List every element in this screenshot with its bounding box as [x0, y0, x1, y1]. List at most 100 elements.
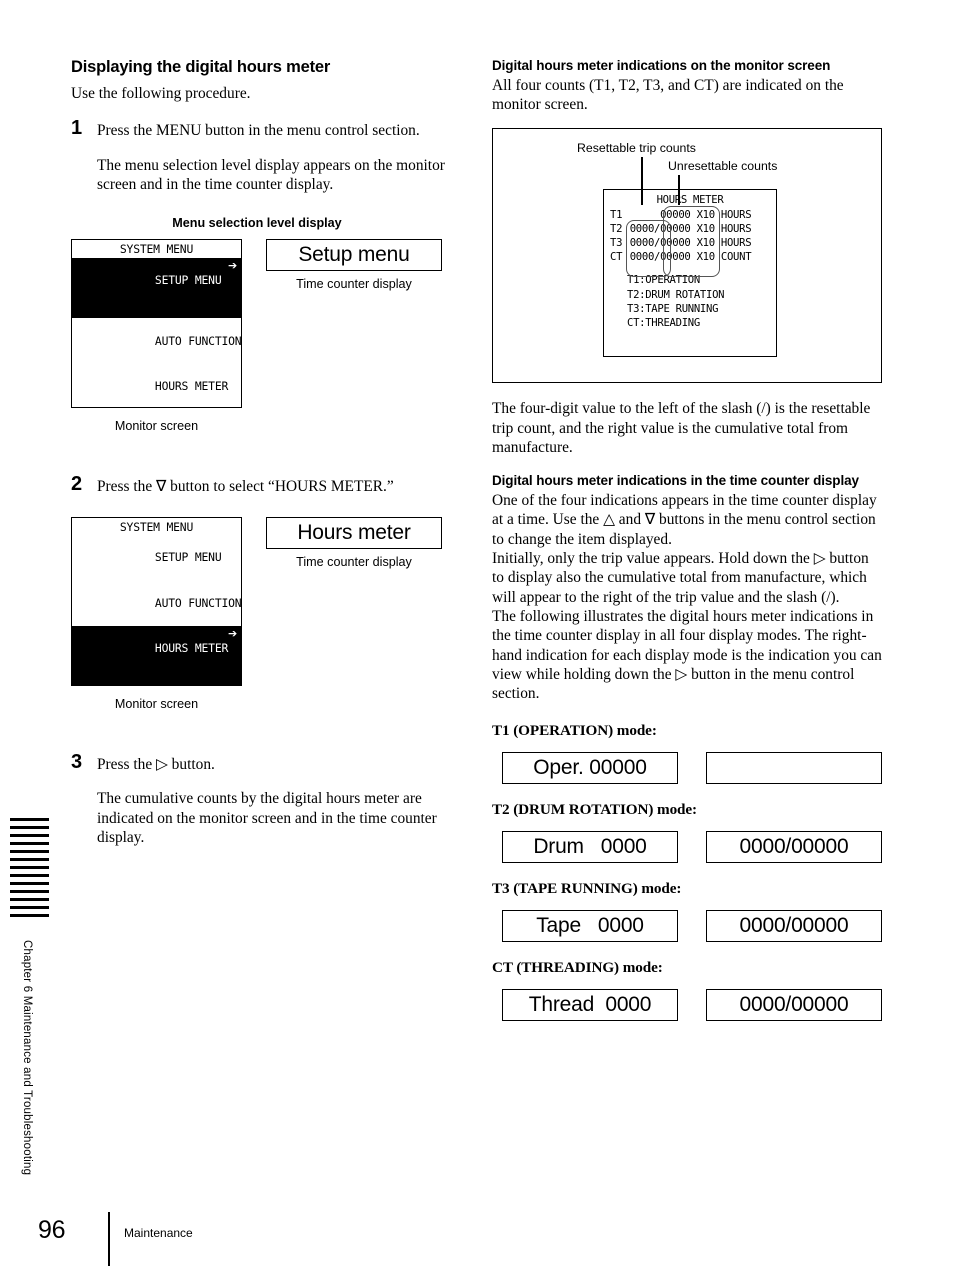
mode-ct-heading: CT (THREADING) mode:	[492, 958, 663, 976]
menu-item-hours-meter-2[interactable]: HOURS METER ➔	[72, 626, 241, 685]
slash-explanation-note: The four-digit value to the left of the …	[492, 400, 871, 457]
hours-meter-row-t3-unit: X10 HOURS	[696, 237, 752, 249]
hours-meter-legend: T1:OPERATION T2:DRUM ROTATION T3:TAPE RU…	[604, 273, 776, 330]
hours-meter-row-t3: T3 0000/00000 X10 HOURS	[604, 236, 776, 250]
step-3-number: 3	[71, 750, 83, 773]
time-counter-display-1: Setup menu	[266, 239, 442, 272]
menu-item-auto-function-2-label: AUTO FUNCTION	[154, 595, 242, 610]
menu-item-auto-function[interactable]: AUTO FUNCTION	[72, 318, 241, 364]
page-title: Displaying the digital hours meter	[71, 58, 331, 76]
menu-item-auto-function-label: AUTO FUNCTION	[154, 333, 242, 348]
figure-2-time-counter-group: Hours meter Time counter display	[266, 516, 442, 711]
hours-meter-legend-t3: T3:TAPE RUNNING	[627, 302, 719, 315]
hours-meter-row-ct: CT 0000/00000 X10 COUNT	[604, 250, 776, 264]
hours-meter-row-t1-unit: X10 HOURS	[696, 208, 752, 221]
mode-t3-cumulative-display: 0000/00000	[706, 909, 882, 942]
mode-t2-cumulative-value: 0000/00000	[739, 834, 849, 858]
right-arrow-icon-2: ➔	[227, 627, 237, 641]
mode-block-t1: T1 (OPERATION) mode: Oper. 00000	[492, 722, 884, 784]
menu-item-hours-meter-label: HOURS METER	[154, 379, 229, 394]
figure-menu-selection: Menu selection level display SYSTEM MENU…	[71, 216, 471, 433]
menu-item-setup-menu-label: SETUP MENU	[154, 272, 222, 287]
menu-item-setup-menu-2-label: SETUP MENU	[154, 550, 222, 565]
mode-t1-heading: T1 (OPERATION) mode:	[492, 721, 657, 739]
hours-meter-diagram: Resettable trip counts Unresettable coun…	[492, 128, 882, 384]
hours-meter-row-t2: T2 0000/00000 X10 HOURS	[604, 222, 776, 236]
mode-t1-cumulative-display	[706, 751, 882, 784]
page-footer: 96 Maintenance	[38, 1212, 458, 1268]
hours-meter-screen: HOURS METER T1 00000 X10 HOURS T2 0000/00…	[603, 189, 777, 358]
menu-item-auto-function-2[interactable]: AUTO FUNCTION	[72, 581, 241, 627]
mode-t2-heading: T2 (DRUM ROTATION) mode:	[492, 800, 698, 818]
mode-t1-trip-display: Oper. 00000	[502, 751, 678, 784]
footer-section-label: Maintenance	[124, 1226, 193, 1240]
menu-item-hours-meter-2-label: HOURS METER	[154, 641, 229, 656]
page-number: 96	[38, 1216, 66, 1244]
hours-meter-row-t2-id: T2	[610, 222, 623, 235]
menu-item-setup-menu[interactable]: SETUP MENU ➔	[72, 257, 241, 319]
mode-block-t2: T2 (DRUM ROTATION) mode: Drum 0000 0000/…	[492, 801, 884, 863]
mode-t2-trip-display: Drum 0000	[502, 830, 678, 863]
monitor-screen-1: SYSTEM MENU SETUP MENU ➔ AUTO FUNCTION H…	[71, 239, 242, 409]
mode-ct-trip-value: Thread 0000	[528, 992, 652, 1016]
left-column: Displaying the digital hours meter Use t…	[71, 58, 471, 847]
time-counter-display-1-value: Setup menu	[298, 243, 410, 267]
step-3: 3 Press the ▷ button. The cumulative cou…	[71, 751, 471, 848]
footer-divider	[108, 1212, 110, 1266]
monitor-screen-1-title: SYSTEM MENU	[119, 242, 194, 257]
chapter-tab-label: Chapter 6 Maintenance and Troubleshootin…	[21, 940, 33, 1176]
hours-meter-row-t1-id: T1	[610, 208, 623, 221]
mode-t3-trip-value: Tape 0000	[536, 913, 644, 937]
hours-meter-legend-t1: T1:OPERATION	[627, 274, 700, 287]
step-1-body: The menu selection level display appears…	[97, 156, 445, 193]
hours-meter-title: HOURS METER	[656, 194, 724, 207]
mode-ct-trip-display: Thread 0000	[502, 988, 678, 1021]
time-counter-indications-heading: Digital hours meter indications in the t…	[492, 473, 859, 489]
time-counter-display-2: Hours meter	[266, 516, 442, 549]
hours-meter-row-t3-trip: 0000	[629, 237, 655, 249]
figure-hours-meter-selected: SYSTEM MENU SETUP MENU AUTO FUNCTION HOU…	[71, 516, 471, 711]
time-counter-paragraph-1: One of the four indications appears in t…	[492, 492, 877, 548]
step-2: 2 Press the ∇ button to select “HOURS ME…	[71, 473, 471, 496]
hours-meter-row-ct-cumulative: 00000	[660, 251, 691, 264]
time-counter-paragraph-2: Initially, only the trip value appears. …	[492, 550, 869, 606]
figure-2-monitor-group: SYSTEM MENU SETUP MENU AUTO FUNCTION HOU…	[71, 516, 242, 711]
callout-unresettable-counts: Unresettable counts	[668, 159, 778, 174]
hours-meter-legend-t2: T2:DRUM ROTATION	[627, 288, 725, 301]
menu-item-hours-meter[interactable]: HOURS METER	[72, 364, 241, 407]
step-1: 1 Press the MENU button in the menu cont…	[71, 117, 471, 194]
intro-paragraph: Use the following procedure.	[71, 84, 251, 102]
hours-meter-row-ct-id: CT	[610, 251, 623, 264]
mode-t3-heading: T3 (TAPE RUNNING) mode:	[492, 879, 682, 897]
menu-item-setup-menu-2[interactable]: SETUP MENU	[72, 535, 241, 581]
mode-block-t3: T3 (TAPE RUNNING) mode: Tape 0000 0000/0…	[492, 880, 884, 942]
mode-t1-trip-value: Oper. 00000	[533, 755, 647, 779]
right-column: Digital hours meter indications on the m…	[492, 58, 884, 1021]
step-3-body: The cumulative counts by the digital hou…	[97, 790, 437, 846]
figure-1-caption-time-counter: Time counter display	[296, 277, 412, 292]
figure-1-caption-top: Menu selection level display	[172, 216, 342, 231]
mode-t3-trip-display: Tape 0000	[502, 909, 678, 942]
right-arrow-icon: ➔	[227, 258, 237, 272]
monitor-screen-2: SYSTEM MENU SETUP MENU AUTO FUNCTION HOU…	[71, 516, 242, 686]
figure-2-caption-monitor: Monitor screen	[114, 696, 199, 711]
mode-t3-cumulative-value: 0000/00000	[739, 913, 849, 937]
monitor-screen-2-title: SYSTEM MENU	[119, 519, 194, 534]
mode-t2-trip-value: Drum 0000	[533, 834, 647, 858]
time-counter-display-2-value: Hours meter	[297, 520, 411, 544]
hours-meter-row-t1: T1 00000 X10 HOURS	[604, 208, 776, 222]
hours-meter-row-t2-cumulative: 00000	[660, 222, 691, 235]
time-counter-paragraph-3: The following illustrates the digital ho…	[492, 608, 882, 703]
hours-meter-row-t1-cumulative: 00000	[660, 208, 691, 221]
step-2-number: 2	[71, 473, 83, 496]
figure-2-caption-time-counter: Time counter display	[296, 554, 412, 569]
hours-meter-row-t3-id: T3	[610, 237, 623, 249]
step-2-title: Press the ∇ button to select “HOURS METE…	[97, 478, 394, 496]
hours-meter-row-t3-cumulative: 00000	[660, 237, 691, 249]
hours-meter-row-t2-unit: X10 HOURS	[696, 222, 752, 235]
hours-meter-row-t2-trip: 0000	[629, 222, 655, 235]
monitor-indications-heading: Digital hours meter indications on the m…	[492, 58, 831, 73]
figure-1-monitor-group: SYSTEM MENU SETUP MENU ➔ AUTO FUNCTION H…	[71, 239, 242, 433]
step-1-number: 1	[71, 117, 83, 140]
chapter-tab-stripes	[10, 818, 49, 917]
